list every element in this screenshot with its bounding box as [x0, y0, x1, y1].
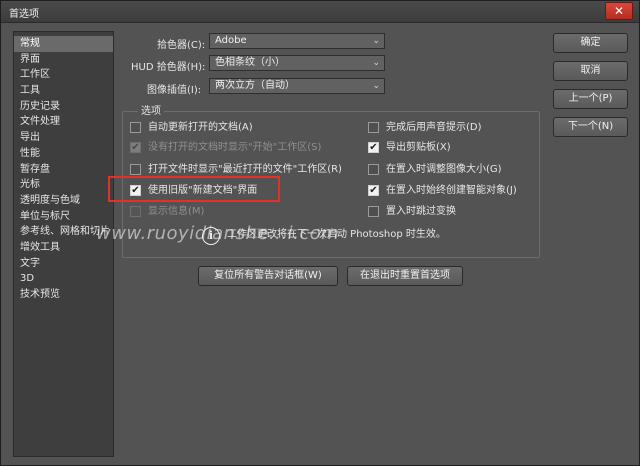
window-title: 首选项	[9, 9, 39, 20]
sidebar-item[interactable]: 历史记录	[14, 99, 113, 115]
reset-warnings-button[interactable]: 复位所有警告对话框(W)	[198, 266, 338, 286]
chevron-down-icon: ⌄	[372, 81, 380, 91]
hud-picker-dropdown[interactable]: 色相条纹（小） ⌄	[209, 55, 385, 71]
checkbox-unchecked-icon[interactable]	[368, 122, 379, 133]
sidebar-item[interactable]: 3D	[14, 271, 113, 287]
sidebar-item[interactable]: 文字	[14, 256, 113, 272]
sidebar-item[interactable]: 性能	[14, 146, 113, 162]
sidebar-item[interactable]: 工具	[14, 83, 113, 99]
sidebar-item[interactable]: 文件处理	[14, 114, 113, 130]
sidebar-item[interactable]: 工作区	[14, 67, 113, 83]
preferences-dialog: 首选项 ✕ 常规 界面 工作区 工具 历史记录 文件处理 导出 性能 暂存盘 光标 透明度与色域 单位…	[0, 0, 640, 466]
info-icon: i	[202, 227, 220, 245]
sidebar-item[interactable]: 技术预览	[14, 287, 113, 303]
option-label: 显示信息(M)	[148, 206, 205, 217]
checkbox-unchecked-icon	[130, 206, 141, 217]
sidebar-item[interactable]: 界面	[14, 52, 113, 68]
category-list: 常规 界面 工作区 工具 历史记录 文件处理 导出 性能 暂存盘 光标 透明度与色域 单位与标尺 参考线…	[13, 31, 114, 457]
previous-button[interactable]: 上一个(P)	[553, 89, 628, 109]
next-button[interactable]: 下一个(N)	[553, 117, 628, 137]
sidebar-item[interactable]: 光标	[14, 177, 113, 193]
color-picker-value: Adobe	[215, 35, 247, 46]
sidebar-item[interactable]: 常规	[14, 36, 113, 52]
checkbox-unchecked-icon[interactable]	[368, 164, 379, 175]
cancel-button[interactable]: 取消	[553, 61, 628, 81]
interpolation-label: 图像插值(I):	[147, 85, 202, 96]
checkbox-checked-icon[interactable]: ✔	[368, 185, 379, 196]
title-bar[interactable]: 首选项 ✕	[1, 1, 639, 23]
checkbox-checked-icon: ✔	[130, 142, 141, 153]
chevron-down-icon: ⌄	[372, 58, 380, 68]
option-label: 置入时跳过变换	[386, 206, 456, 217]
option-label: 在置入时始终创建智能对象(J)	[386, 185, 517, 196]
interpolation-value: 两次立方（自动）	[215, 80, 295, 91]
options-group-title: 选项	[138, 102, 164, 117]
hud-picker-label: HUD 拾色器(H):	[131, 62, 206, 73]
checkbox-unchecked-icon[interactable]	[130, 164, 141, 175]
sidebar-item[interactable]: 单位与标尺	[14, 209, 113, 225]
highlight-box	[108, 176, 280, 202]
checkbox-checked-icon[interactable]: ✔	[368, 142, 379, 153]
ok-button[interactable]: 确定	[553, 33, 628, 53]
option-label: 在置入时调整图像大小(G)	[386, 164, 502, 175]
workspace-note: 工作区更改将在下一次启动 Photoshop 时生效。	[227, 229, 446, 240]
option-label: 导出剪贴板(X)	[386, 142, 451, 153]
sidebar-item[interactable]: 透明度与色域	[14, 193, 113, 209]
option-label: 完成后用声音提示(D)	[386, 122, 482, 133]
checkbox-unchecked-icon[interactable]	[368, 206, 379, 217]
sidebar-item[interactable]: 暂存盘	[14, 162, 113, 178]
sidebar-item[interactable]: 导出	[14, 130, 113, 146]
interpolation-dropdown[interactable]: 两次立方（自动） ⌄	[209, 78, 385, 94]
color-picker-dropdown[interactable]: Adobe ⌄	[209, 33, 385, 49]
color-picker-label: 拾色器(C):	[157, 40, 206, 51]
close-button[interactable]: ✕	[605, 2, 633, 20]
hud-picker-value: 色相条纹（小）	[215, 57, 285, 68]
option-label: 打开文件时显示"最近打开的文件"工作区(R)	[148, 164, 342, 175]
option-label: 没有打开的文档时显示"开始"工作区(S)	[148, 142, 322, 153]
checkbox-unchecked-icon[interactable]	[130, 122, 141, 133]
option-label: 自动更新打开的文档(A)	[148, 122, 253, 133]
chevron-down-icon: ⌄	[372, 36, 380, 46]
reset-on-quit-button[interactable]: 在退出时重置首选项	[347, 266, 463, 286]
